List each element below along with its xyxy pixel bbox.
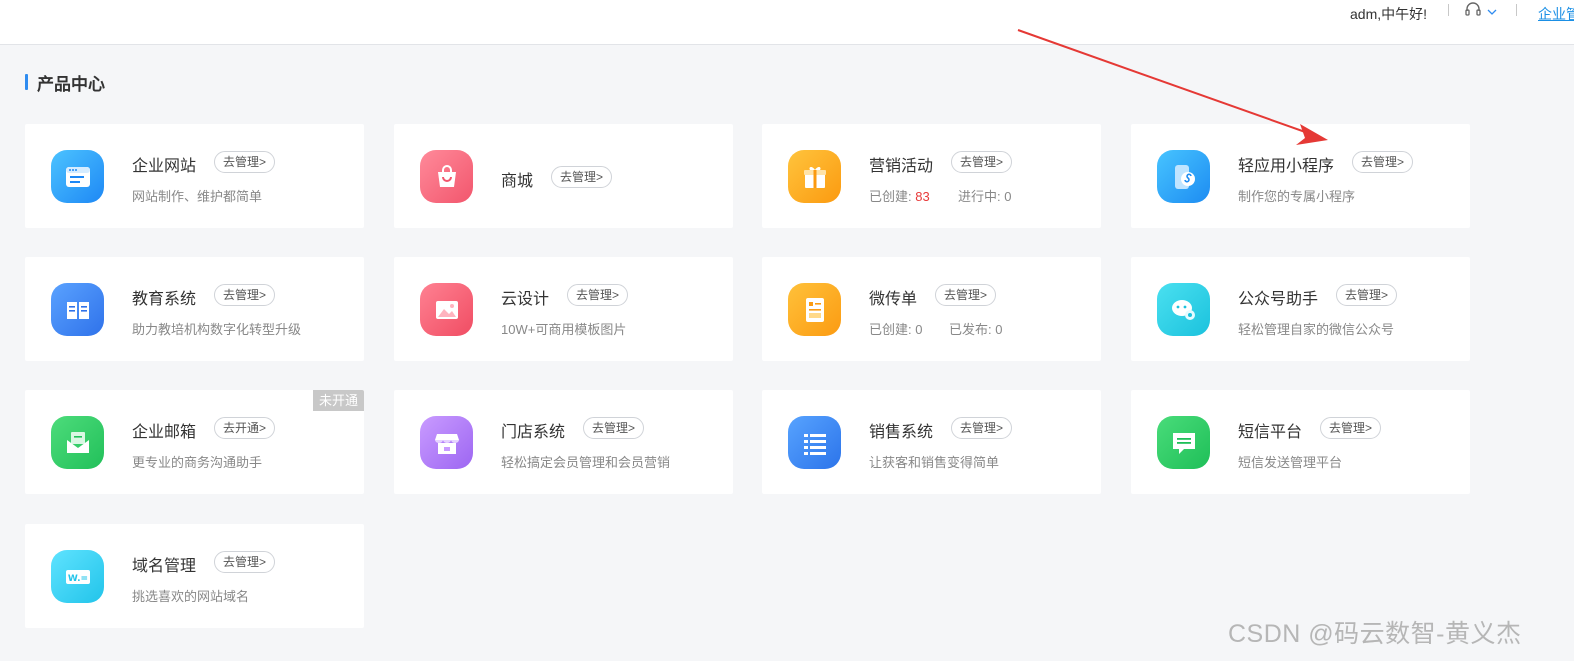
card-title: 轻应用小程序 bbox=[1238, 158, 1335, 175]
browser-icon bbox=[51, 150, 104, 203]
created-stat: 已创建: 0 bbox=[869, 319, 922, 338]
card-subtitle: 10W+可商用模板图片 bbox=[501, 322, 627, 337]
card-subtitle: 助力教培机构数字化转型升级 bbox=[132, 322, 302, 337]
manage-button[interactable]: 去管理> bbox=[1336, 284, 1398, 306]
book-icon bbox=[51, 283, 104, 336]
section-title: 产品中心 bbox=[37, 74, 105, 94]
card-title: 短信平台 bbox=[1238, 424, 1303, 441]
card-title: 企业网站 bbox=[132, 158, 197, 175]
section-accent-bar bbox=[25, 74, 28, 90]
stat-value: 0 bbox=[1004, 189, 1012, 204]
card-subtitle: 网站制作、维护都简单 bbox=[132, 189, 263, 204]
card-title: 销售系统 bbox=[869, 424, 934, 441]
card-subtitle: 挑选喜欢的网站域名 bbox=[132, 589, 250, 604]
enterprise-link[interactable]: 企业管理 bbox=[1538, 4, 1574, 24]
card-title: 微传单 bbox=[869, 291, 918, 308]
card-subtitle: 让获客和销售变得简单 bbox=[869, 455, 1000, 470]
manage-button[interactable]: 去管理> bbox=[583, 417, 645, 439]
card-subtitle: 轻松搞定会员管理和会员营销 bbox=[501, 455, 671, 470]
card-title: 商城 bbox=[501, 173, 534, 190]
activate-button[interactable]: 去开通> bbox=[214, 417, 276, 439]
headset-icon bbox=[1465, 2, 1481, 16]
running-stat: 进行中: 0 bbox=[958, 186, 1011, 205]
mini-program-icon bbox=[1157, 150, 1210, 203]
section-header: 产品中心 bbox=[25, 72, 105, 94]
divider bbox=[1516, 4, 1517, 16]
chevron-down-icon bbox=[1487, 9, 1497, 15]
card-subtitle: 轻松管理自家的微信公众号 bbox=[1238, 322, 1395, 337]
divider bbox=[1448, 4, 1449, 16]
manage-button[interactable]: 去管理> bbox=[214, 151, 276, 173]
manage-button[interactable]: 去管理> bbox=[214, 551, 276, 573]
product-card-marketing[interactable]: 营销活动 去管理> 已创建: 83 进行中: 0 bbox=[762, 124, 1101, 228]
greeting-text: adm,中午好! bbox=[1350, 6, 1428, 22]
card-subtitle: 更专业的商务沟通助手 bbox=[132, 455, 263, 470]
document-icon bbox=[788, 283, 841, 336]
card-title: 域名管理 bbox=[132, 558, 197, 575]
product-card-website[interactable]: 企业网站 去管理> 网站制作、维护都简单 bbox=[25, 124, 364, 228]
card-title: 公众号助手 bbox=[1238, 291, 1319, 308]
stat-value: 0 bbox=[915, 322, 923, 337]
top-bar: adm,中午好! 企业管理 bbox=[0, 0, 1574, 45]
not-activated-badge: 未开通 bbox=[313, 390, 364, 411]
product-card-email[interactable]: 企业邮箱 去开通> 更专业的商务沟通助手 未开通 bbox=[25, 390, 364, 494]
product-card-design[interactable]: 云设计 去管理> 10W+可商用模板图片 bbox=[394, 257, 733, 361]
gift-icon bbox=[788, 150, 841, 203]
product-card-miniapp[interactable]: 轻应用小程序 去管理> 制作您的专属小程序 bbox=[1131, 124, 1470, 228]
card-subtitle: 短信发送管理平台 bbox=[1238, 455, 1343, 470]
manage-button[interactable]: 去管理> bbox=[935, 284, 997, 306]
stat-label: 已创建: bbox=[869, 189, 912, 204]
product-card-store[interactable]: 门店系统 去管理> 轻松搞定会员管理和会员营销 bbox=[394, 390, 733, 494]
product-card-sales[interactable]: 销售系统 去管理> 让获客和销售变得简单 bbox=[762, 390, 1101, 494]
card-title: 门店系统 bbox=[501, 424, 566, 441]
product-card-wechat[interactable]: 公众号助手 去管理> 轻松管理自家的微信公众号 bbox=[1131, 257, 1470, 361]
manage-button[interactable]: 去管理> bbox=[951, 417, 1013, 439]
published-stat: 已发布: 0 bbox=[949, 319, 1002, 338]
product-card-sms[interactable]: 短信平台 去管理> 短信发送管理平台 bbox=[1131, 390, 1470, 494]
stat-label: 已创建: bbox=[869, 322, 912, 337]
stat-label: 进行中: bbox=[958, 189, 1001, 204]
product-card-domain[interactable]: W.= 域名管理 去管理> 挑选喜欢的网站域名 bbox=[25, 524, 364, 628]
customer-service-menu[interactable] bbox=[1464, 1, 1498, 19]
manage-button[interactable]: 去管理> bbox=[567, 284, 629, 306]
manage-button[interactable]: 去管理> bbox=[951, 151, 1013, 173]
product-card-education[interactable]: 教育系统 去管理> 助力教培机构数字化转型升级 bbox=[25, 257, 364, 361]
message-icon bbox=[1157, 416, 1210, 469]
manage-button[interactable]: 去管理> bbox=[1352, 151, 1414, 173]
product-card-flyer[interactable]: 微传单 去管理> 已创建: 0 已发布: 0 bbox=[762, 257, 1101, 361]
manage-button[interactable]: 去管理> bbox=[551, 166, 613, 188]
stat-label: 已发布: bbox=[949, 322, 992, 337]
domain-icon-text: W.= bbox=[67, 574, 87, 584]
manage-button[interactable]: 去管理> bbox=[214, 284, 276, 306]
stat-value: 0 bbox=[995, 322, 1003, 337]
shopping-bag-icon bbox=[420, 150, 473, 203]
manage-button[interactable]: 去管理> bbox=[1320, 417, 1382, 439]
stat-value: 83 bbox=[915, 189, 930, 204]
card-title: 云设计 bbox=[501, 291, 550, 308]
domain-icon: W.= bbox=[51, 550, 104, 603]
storefront-icon bbox=[420, 416, 473, 469]
created-stat: 已创建: 83 bbox=[869, 186, 930, 205]
chat-bubbles-icon bbox=[1157, 283, 1210, 336]
card-title: 教育系统 bbox=[132, 291, 197, 308]
watermark: CSDN @码云数智-黄义杰 bbox=[1228, 620, 1522, 648]
card-title: 企业邮箱 bbox=[132, 424, 197, 441]
list-icon bbox=[788, 416, 841, 469]
image-icon bbox=[420, 283, 473, 336]
card-subtitle: 制作您的专属小程序 bbox=[1238, 189, 1356, 204]
envelope-icon bbox=[51, 416, 104, 469]
product-card-mall[interactable]: 商城 去管理> bbox=[394, 124, 733, 228]
card-title: 营销活动 bbox=[869, 158, 934, 175]
